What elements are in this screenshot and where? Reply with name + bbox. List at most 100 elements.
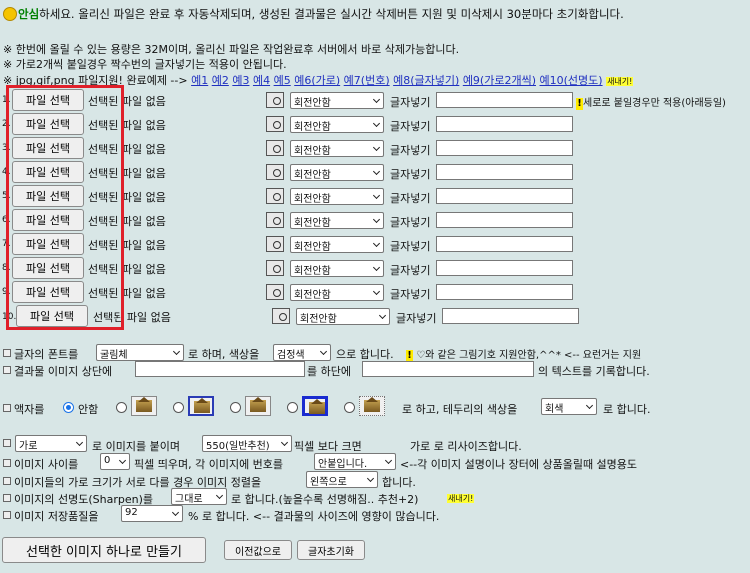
top-caption-input[interactable] xyxy=(135,361,305,377)
frame-radio-4[interactable] xyxy=(287,402,298,413)
rotate-preview-icon[interactable] xyxy=(266,236,284,252)
reset-text-button[interactable]: 글자초기화 xyxy=(297,540,365,560)
text-input-8[interactable] xyxy=(436,260,573,276)
rotate-preview-icon[interactable] xyxy=(266,212,284,228)
bottom-caption-input[interactable] xyxy=(362,361,534,377)
bullet-icon xyxy=(3,511,11,519)
opt-line-2: 이미지 사이를 xyxy=(3,456,78,472)
rotate-preview-icon[interactable] xyxy=(266,92,284,108)
example-link-2[interactable]: 예2 xyxy=(212,74,229,87)
gap-select[interactable]: 0 xyxy=(100,453,130,470)
vertical-note-text: 세로로 붙일경우만 적용(아래등일) xyxy=(583,98,726,109)
text-input-7[interactable] xyxy=(436,236,573,252)
rotate-preview-icon[interactable] xyxy=(266,116,284,132)
frame-preview-3[interactable] xyxy=(245,396,271,416)
note-even: ※ 가로2개씩 붙일경우 짝수번의 글자넣기는 적용이 안됩니다. xyxy=(3,58,287,71)
example-link-6[interactable]: 예6(가로) xyxy=(294,74,340,87)
rotate-select-10[interactable]: 회전안함 xyxy=(296,308,390,325)
rotate-preview-icon[interactable] xyxy=(266,164,284,180)
frame-radio-5[interactable] xyxy=(344,402,355,413)
text-label-5: 글자넣기 xyxy=(390,192,431,205)
vertical-note: !세로로 붙일경우만 적용(아래등일) xyxy=(576,94,726,110)
example-link-4[interactable]: 예4 xyxy=(253,74,270,87)
text-input-4[interactable] xyxy=(436,164,573,180)
example-link-9[interactable]: 예9(가로2개씩) xyxy=(463,74,536,87)
bullet-icon xyxy=(3,439,11,447)
rotate-preview-icon[interactable] xyxy=(266,260,284,276)
opt2-c: <--각 이미지 설명이나 장터에 상품올릴때 설명용도 xyxy=(400,458,638,471)
photo-icon xyxy=(194,398,210,413)
highlight-box xyxy=(6,85,124,330)
text-label-2: 글자넣기 xyxy=(390,120,431,133)
frame-none-radio[interactable] xyxy=(63,402,74,413)
width-select[interactable]: 550(일반추천) xyxy=(202,435,292,452)
border-color-select[interactable]: 회색 xyxy=(541,398,597,415)
rotate-select-8[interactable]: 회전안함 xyxy=(290,260,384,277)
frame-radio-1[interactable] xyxy=(116,402,127,413)
bullet-icon xyxy=(3,459,11,467)
rotate-preview-icon[interactable] xyxy=(266,284,284,300)
example-link-8[interactable]: 예8(글자넣기) xyxy=(393,74,459,87)
font-note: ! ♡와 같은 그림기호 지원안함,^^* <-- 요런거는 지원 xyxy=(406,346,641,362)
text-label-8: 글자넣기 xyxy=(390,264,431,277)
bullet-icon xyxy=(3,494,11,502)
font-select[interactable]: 굴림체 xyxy=(96,344,184,361)
text-input-2[interactable] xyxy=(436,116,573,132)
text-label-3: 글자넣기 xyxy=(390,144,431,157)
rotate-select-1[interactable]: 회전안함 xyxy=(290,92,384,109)
frame-preview-4[interactable] xyxy=(302,396,328,416)
text-input-10[interactable] xyxy=(442,308,579,324)
make-image-button[interactable]: 선택한 이미지 하나로 만들기 xyxy=(2,537,206,563)
frame-none-label: 안함 xyxy=(78,403,99,416)
rotate-select-5[interactable]: 회전안함 xyxy=(290,188,384,205)
rotate-select-4[interactable]: 회전안함 xyxy=(290,164,384,181)
text-input-6[interactable] xyxy=(436,212,573,228)
caption-suffix: 의 텍스트를 기록합니다. xyxy=(538,365,650,378)
rotate-select-2[interactable]: 회전안함 xyxy=(290,116,384,133)
caption-line: 결과물 이미지 상단에 xyxy=(3,363,112,379)
text-input-1[interactable] xyxy=(436,92,573,108)
opt4-b: 로 합니다.(높을수록 선명해짐.. 추천+2) xyxy=(231,493,419,506)
opt1-c: 가로 로 리사이즈합니다. xyxy=(410,440,522,453)
frame-radio-2[interactable] xyxy=(173,402,184,413)
rotate-preview-icon[interactable] xyxy=(272,308,290,324)
header-notice: 안심하세요. 올리신 파일은 완료 후 자동삭제되며, 생성된 결과물은 실시간… xyxy=(3,6,624,22)
example-link-3[interactable]: 예3 xyxy=(232,74,249,87)
smile-icon xyxy=(3,7,17,21)
text-label-9: 글자넣기 xyxy=(390,288,431,301)
direction-select[interactable]: 가로 xyxy=(15,435,87,452)
text-input-9[interactable] xyxy=(436,284,573,300)
font-suffix: 으로 합니다. xyxy=(336,348,394,361)
rotate-select-7[interactable]: 회전안함 xyxy=(290,236,384,253)
rotate-select-3[interactable]: 회전안함 xyxy=(290,140,384,157)
font-prefix: 글자의 폰트를 xyxy=(14,348,79,361)
example-link-1[interactable]: 예1 xyxy=(191,74,208,87)
frame-prefix: 액자를 xyxy=(14,403,45,416)
rotate-select-6[interactable]: 회전안함 xyxy=(290,212,384,229)
opt5-b: % 로 합니다. <-- 결과물의 사이즈에 영향이 많습니다. xyxy=(188,510,440,523)
frame-preview-1[interactable] xyxy=(131,396,157,416)
text-input-5[interactable] xyxy=(436,188,573,204)
rotate-preview-icon[interactable] xyxy=(266,140,284,156)
text-label-7: 글자넣기 xyxy=(390,240,431,253)
example-link-7[interactable]: 예7(번호) xyxy=(344,74,390,87)
frame-preview-5[interactable] xyxy=(359,396,385,416)
align-select[interactable]: 왼쪽으로 xyxy=(306,471,378,488)
quality-select[interactable]: 92 xyxy=(121,505,183,522)
photo-icon xyxy=(250,397,266,412)
bullet-icon xyxy=(3,366,11,374)
number-select[interactable]: 안붙입니다. xyxy=(314,453,396,470)
frame-preview-2[interactable] xyxy=(188,396,214,416)
opt5-a: 이미지 저장품질을 xyxy=(14,510,99,523)
text-input-3[interactable] xyxy=(436,140,573,156)
photo-icon xyxy=(309,399,325,414)
sharpen-select[interactable]: 그대로 xyxy=(171,488,227,505)
rotate-select-9[interactable]: 회전안함 xyxy=(290,284,384,301)
rotate-preview-icon[interactable] xyxy=(266,188,284,204)
color-select[interactable]: 검정색 xyxy=(273,344,331,361)
prev-values-button[interactable]: 이전값으로 xyxy=(224,540,292,560)
example-link-10[interactable]: 예10(선명도) xyxy=(540,74,603,87)
example-link-5[interactable]: 예5 xyxy=(274,74,291,87)
text-label-4: 글자넣기 xyxy=(390,168,431,181)
frame-radio-3[interactable] xyxy=(230,402,241,413)
